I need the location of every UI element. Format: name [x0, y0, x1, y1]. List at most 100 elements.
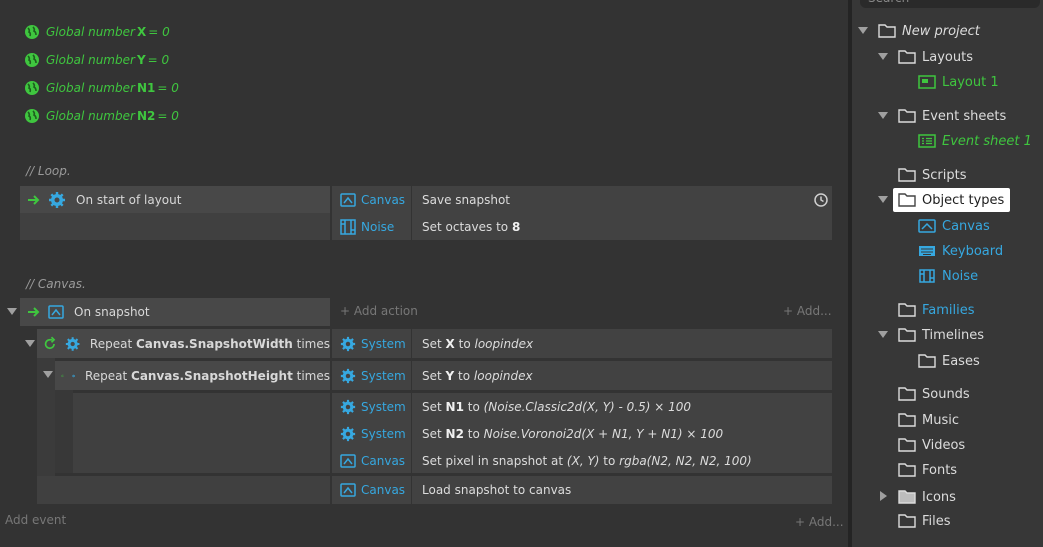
expand-triangle-icon[interactable] [878, 196, 888, 203]
condition-empty-area [37, 476, 330, 504]
repeat-icon [61, 373, 64, 377]
globe-icon [25, 53, 39, 67]
gear-icon [49, 191, 65, 208]
comment-loop[interactable]: // Loop. [26, 164, 71, 178]
search-input[interactable]: Search [860, 0, 1040, 8]
tree-item-event-sheets[interactable]: Event sheets [898, 105, 1006, 127]
tree-item-eases[interactable]: Eases [918, 350, 980, 372]
gear-icon [340, 399, 356, 414]
action-set-n2[interactable]: System Set N2 to Noise.Voronoi2d(X + N1,… [332, 420, 832, 447]
action-set-pixel[interactable]: Canvas Set pixel in snapshot at (X, Y) t… [332, 447, 832, 474]
condition-text: Repeat Canvas.SnapshotHeight times [84, 368, 330, 383]
tree-item-noise[interactable]: Noise [918, 265, 978, 287]
tree-label: Families [922, 302, 975, 318]
collapse-triangle-icon[interactable] [25, 340, 35, 347]
condition-text: Repeat Canvas.SnapshotWidth times [89, 336, 330, 351]
folder-icon [898, 438, 916, 452]
canvas-icon [340, 192, 356, 207]
add-event-link[interactable]: Add event [5, 513, 66, 527]
condition-on-start-of-layout[interactable]: On start of layout [20, 186, 330, 213]
clock-icon[interactable] [814, 193, 828, 207]
expand-triangle-icon[interactable] [858, 27, 868, 34]
layout-icon [918, 75, 936, 89]
action-set-x[interactable]: System Set X to loopindex [332, 329, 832, 358]
action-object: System [332, 420, 412, 447]
global-value: = 0 [157, 109, 179, 123]
tree-item-videos[interactable]: Videos [898, 434, 965, 456]
collapse-triangle-icon[interactable] [7, 308, 17, 315]
collapsed-triangle-icon[interactable] [880, 491, 887, 501]
tree-item-files[interactable]: Files [898, 510, 951, 532]
condition-repeat-height[interactable]: Repeat Canvas.SnapshotHeight times [55, 361, 330, 390]
event-sheet-editor[interactable]: Global number X = 0 Global number Y = 0 Glob… [0, 0, 848, 547]
add-link[interactable]: + Add... [783, 304, 832, 318]
globe-icon [25, 109, 39, 123]
tree-item-icons[interactable]: Icons [898, 486, 956, 508]
canvas-icon [48, 305, 64, 319]
global-variable-n2[interactable]: Global number N2 = 0 [24, 106, 179, 126]
action-set-octaves[interactable]: Noise Set octaves to 8 [332, 213, 832, 240]
action-text: Set pixel in snapshot at (X, Y) to rgba(… [422, 453, 752, 468]
expand-triangle-icon[interactable] [878, 112, 888, 119]
expand-triangle-icon[interactable] [878, 331, 888, 338]
global-name: Y [136, 53, 146, 67]
tree-item-timelines[interactable]: Timelines [898, 324, 984, 346]
folder-icon [878, 24, 896, 38]
tree-item-object-types[interactable]: Object types [893, 188, 1011, 212]
comment-canvas[interactable]: // Canvas. [26, 277, 86, 291]
noise-icon [919, 269, 935, 283]
arrow-right-icon [28, 194, 40, 205]
global-name: N1 [136, 81, 156, 95]
tree-item-new-project[interactable]: New project [878, 20, 980, 42]
gear-icon [340, 368, 356, 383]
condition-repeat-width[interactable]: Repeat Canvas.SnapshotWidth times [37, 329, 330, 358]
condition-empty-area [73, 393, 330, 473]
folder-icon [898, 50, 916, 64]
action-text: Set X to loopindex [422, 336, 534, 351]
global-name: N2 [136, 109, 156, 123]
action-object-name: System [361, 426, 406, 441]
global-variable-y[interactable]: Global number Y = 0 [24, 50, 169, 70]
expand-triangle-icon[interactable] [878, 53, 888, 60]
tree-item-event-sheet-1[interactable]: Event sheet 1 [918, 130, 1032, 152]
action-object: System [332, 329, 412, 358]
action-object-name: Canvas [361, 453, 406, 468]
tree-item-layouts[interactable]: Layouts [898, 46, 973, 68]
tree-label: Timelines [922, 327, 985, 343]
tree-item-sounds[interactable]: Sounds [898, 383, 970, 405]
action-text: Set N1 to (Noise.Classic2d(X, Y) - 0.5) … [422, 399, 692, 414]
tree-item-fonts[interactable]: Fonts [898, 459, 957, 481]
action-text: Load snapshot to canvas [422, 483, 572, 497]
folder-icon [918, 354, 936, 368]
tree-item-music[interactable]: Music [898, 409, 959, 431]
folder-icon [898, 303, 916, 317]
tree-item-scripts[interactable]: Scripts [898, 164, 966, 186]
tree-item-families[interactable]: Families [898, 299, 975, 321]
canvas-icon [918, 219, 936, 233]
tree-item-canvas[interactable]: Canvas [918, 215, 990, 237]
global-name: X [136, 25, 147, 39]
canvas-icon [340, 483, 356, 497]
global-prefix: Global number [46, 109, 135, 123]
folder-filled-icon [898, 490, 916, 504]
tree-label: Sounds [922, 386, 970, 402]
global-variable-x[interactable]: Global number X = 0 [24, 22, 170, 42]
globe-icon [25, 25, 39, 39]
gear-icon [65, 336, 80, 351]
action-load-snapshot[interactable]: Canvas Load snapshot to canvas [332, 476, 832, 504]
condition-on-snapshot[interactable]: On snapshot [20, 298, 330, 326]
tree-label: Scripts [922, 167, 967, 183]
action-object-name: Noise [361, 219, 395, 234]
add-link[interactable]: + Add... [795, 515, 844, 529]
action-object: System [332, 361, 412, 390]
tree-item-keyboard[interactable]: Keyboard [918, 240, 1003, 262]
action-object-name: System [361, 368, 406, 383]
action-set-n1[interactable]: System Set N1 to (Noise.Classic2d(X, Y) … [332, 393, 832, 420]
tree-item-layout-1[interactable]: Layout 1 [918, 71, 999, 93]
global-variable-n1[interactable]: Global number N1 = 0 [24, 78, 179, 98]
action-set-y[interactable]: System Set Y to loopindex [332, 361, 832, 390]
tree-label: Music [922, 412, 959, 428]
add-action-link[interactable]: + Add action [340, 304, 418, 318]
action-save-snapshot[interactable]: Canvas Save snapshot [332, 186, 832, 213]
collapse-triangle-icon[interactable] [43, 371, 53, 378]
